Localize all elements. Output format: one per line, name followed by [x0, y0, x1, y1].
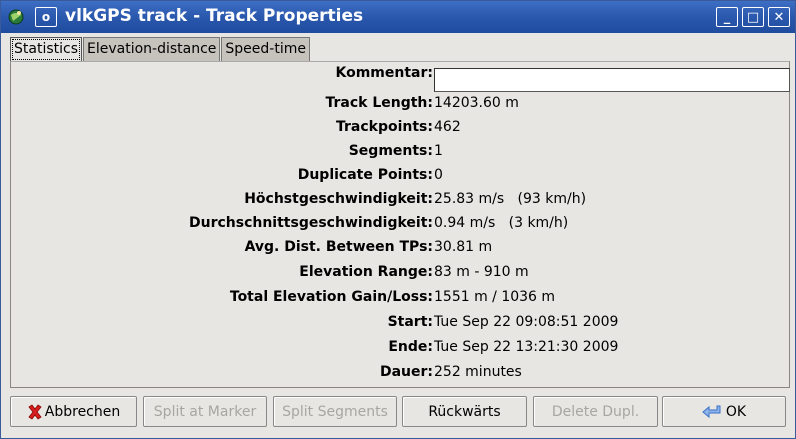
stat-label: Ende: [388, 339, 433, 355]
stat-row: Elevation Range: 83 m - 910 m [11, 261, 791, 283]
stat-row: Total Elevation Gain/Loss: 1551 m / 1036… [11, 286, 791, 308]
maximize-icon: □ [746, 9, 760, 25]
app-globe-icon[interactable] [7, 8, 25, 26]
stat-value: Tue Sep 22 13:21:30 2009 [434, 339, 619, 355]
stat-value: 83 m - 910 m [434, 264, 529, 280]
stat-row: Durchschnittsgeschwindigkeit: 0.94 m/s (… [11, 212, 791, 234]
stat-row: Dauer: 252 minutes [11, 361, 791, 383]
ok-label: OK [725, 403, 747, 420]
cancel-button[interactable]: Abbrechen [10, 396, 137, 427]
track-properties-window: o vlkGPS track - Track Properties _ □ ✕ … [0, 0, 796, 439]
split-segments-button[interactable]: Split Segments [273, 396, 397, 427]
stat-row: Duplicate Points: 0 [11, 164, 791, 186]
stat-row: Start: Tue Sep 22 09:08:51 2009 [11, 311, 791, 333]
stat-value: 14203.60 m [434, 95, 519, 111]
delete-duplicates-button[interactable]: Delete Dupl. [533, 396, 658, 427]
stat-label: Duplicate Points: [297, 167, 433, 183]
cancel-label: Abbrechen [44, 403, 121, 420]
window-menu-button[interactable]: o [35, 7, 57, 27]
window-title: vlkGPS track - Track Properties [65, 6, 364, 26]
stat-row: Höchstgeschwindigkeit: 25.83 m/s (93 km/… [11, 188, 791, 210]
close-icon: ✕ [773, 9, 785, 25]
reverse-button[interactable]: Rückwärts [402, 396, 527, 427]
stat-label: Total Elevation Gain/Loss: [229, 289, 433, 305]
stat-row: Segments: 1 [11, 140, 791, 162]
stat-value: 30.81 m [434, 239, 493, 255]
cancel-x-icon [28, 403, 42, 420]
stat-value: 0.94 m/s (3 km/h) [434, 215, 569, 231]
tab-statistics[interactable]: Statistics [10, 37, 82, 62]
stat-value: 252 minutes [434, 364, 522, 380]
split-at-marker-button[interactable]: Split at Marker [143, 396, 267, 427]
stat-label: Track Length: [325, 95, 433, 111]
comment-label: Kommentar: [335, 65, 433, 81]
stat-value: Tue Sep 22 09:08:51 2009 [434, 314, 619, 330]
stat-value: 462 [434, 119, 461, 135]
stat-value: 1 [434, 143, 443, 159]
stat-value: 1551 m / 1036 m [434, 289, 556, 305]
stat-value: 25.83 m/s (93 km/h) [434, 191, 587, 207]
stat-row: Avg. Dist. Between TPs: 30.81 m [11, 236, 791, 258]
tab-speed-time[interactable]: Speed-time [221, 37, 310, 61]
ok-button[interactable]: OK [662, 396, 786, 427]
minimize-icon: _ [723, 9, 731, 25]
stat-row: Ende: Tue Sep 22 13:21:30 2009 [11, 336, 791, 358]
tab-bar: Statistics Elevation-distance Speed-time [10, 37, 311, 62]
comment-input[interactable] [434, 68, 790, 92]
ok-arrow-icon [702, 405, 721, 418]
button-bar: Abbrechen Split at Marker Split Segments… [10, 396, 790, 428]
stat-row: Track Length: 14203.60 m [11, 92, 791, 114]
stat-label: Höchstgeschwindigkeit: [244, 191, 433, 207]
stat-label: Durchschnittsgeschwindigkeit: [188, 215, 433, 231]
stat-label: Elevation Range: [299, 264, 433, 280]
stat-label: Trackpoints: [335, 119, 433, 135]
title-bar[interactable]: o vlkGPS track - Track Properties _ □ ✕ [1, 1, 795, 33]
delete-duplicates-label: Delete Dupl. [551, 403, 640, 420]
split-segments-label: Split Segments [282, 403, 388, 420]
minimize-button[interactable]: _ [716, 7, 738, 27]
maximize-button[interactable]: □ [742, 7, 764, 27]
stat-label: Segments: [348, 143, 433, 159]
reverse-label: Rückwärts [428, 403, 501, 420]
tab-elevation-distance[interactable]: Elevation-distance [83, 37, 221, 61]
stat-value: 0 [434, 167, 443, 183]
stat-label: Start: [387, 314, 433, 330]
split-at-marker-label: Split at Marker [153, 403, 257, 420]
stat-row: Trackpoints: 462 [11, 116, 791, 138]
stat-label: Dauer: [379, 364, 433, 380]
close-button[interactable]: ✕ [768, 7, 790, 27]
statistics-panel: Kommentar: Track Length: 14203.60 m Trac… [10, 61, 790, 388]
stat-label: Avg. Dist. Between TPs: [244, 239, 433, 255]
